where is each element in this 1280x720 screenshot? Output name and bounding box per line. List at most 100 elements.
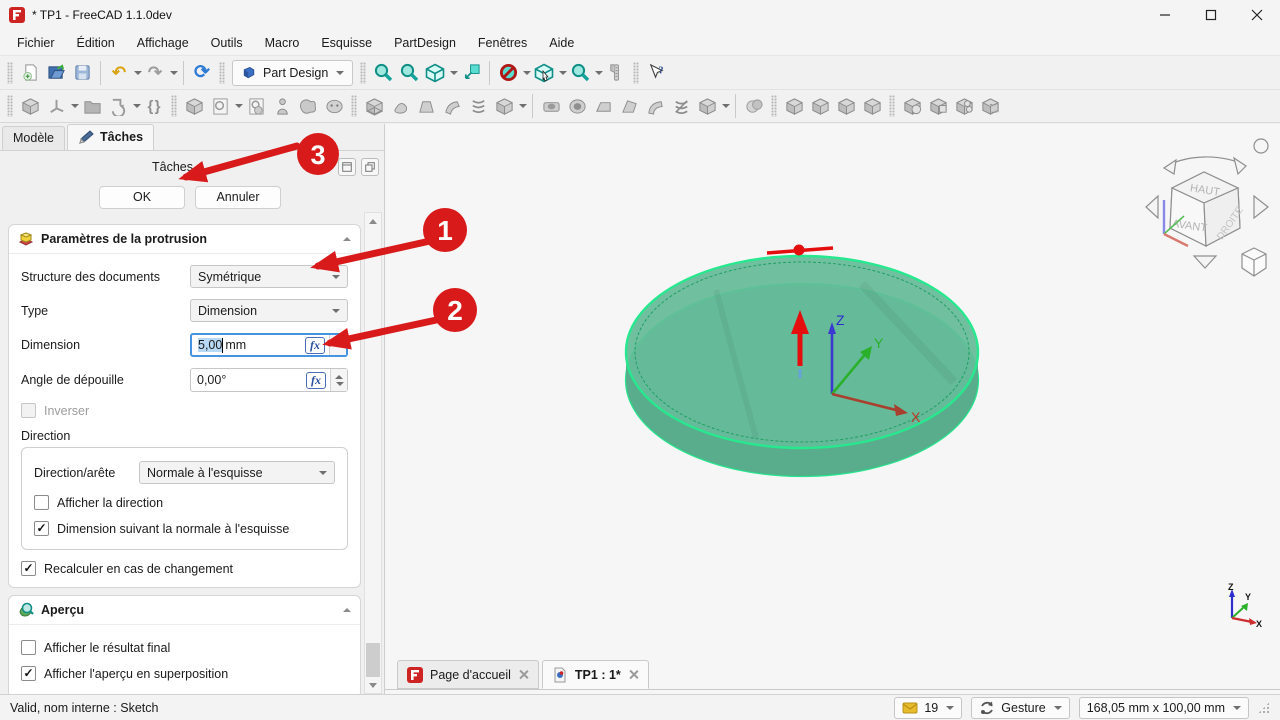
thickness-button[interactable] <box>859 92 885 120</box>
show-preview-overlay-checkbox[interactable] <box>21 666 36 681</box>
show-final-result-checkbox[interactable] <box>21 640 36 655</box>
collapse-icon[interactable] <box>343 608 351 612</box>
toolbar-drag-handle[interactable] <box>771 95 777 117</box>
open-file-button[interactable] <box>43 59 69 87</box>
clipping-plane-button[interactable] <box>495 59 521 87</box>
subtractive-helix-button[interactable] <box>668 92 694 120</box>
boolean-button[interactable] <box>741 92 767 120</box>
body-tool-button[interactable] <box>181 92 207 120</box>
create-link-button[interactable] <box>105 92 131 120</box>
hole-button[interactable] <box>564 92 590 120</box>
create-sketch-button[interactable] <box>207 92 233 120</box>
menu-esquisse[interactable]: Esquisse <box>310 33 383 53</box>
show-direction-checkbox[interactable] <box>34 495 49 510</box>
toolbar-drag-handle[interactable] <box>360 62 366 84</box>
close-button[interactable] <box>1234 0 1280 30</box>
notifications-dropdown[interactable]: 19 <box>894 697 962 719</box>
menu-outils[interactable]: Outils <box>200 33 254 53</box>
tab-taches[interactable]: Tâches <box>67 124 154 150</box>
navigation-cube[interactable]: HAUT AVANT DROITE <box>1142 134 1274 284</box>
close-tab-icon[interactable] <box>628 669 639 680</box>
direction-edge-dropdown[interactable]: Normale à l'esquisse <box>139 461 335 484</box>
window-resize-grip[interactable] <box>1258 702 1270 714</box>
toolbar-drag-handle[interactable] <box>633 62 639 84</box>
navigation-style-dropdown[interactable]: Gesture <box>971 697 1069 719</box>
pad-preview-3d[interactable]: Z Y X <box>624 242 984 482</box>
toolbar-drag-handle[interactable] <box>7 62 13 84</box>
new-document-button[interactable] <box>17 59 43 87</box>
scroll-up-icon[interactable] <box>365 213 381 229</box>
datum-chevron-down-icon[interactable] <box>71 104 79 108</box>
create-group-button[interactable] <box>79 92 105 120</box>
zoom-tools-button[interactable] <box>567 59 593 87</box>
shapebinder-button[interactable] <box>295 92 321 120</box>
link-chevron-down-icon[interactable] <box>133 104 141 108</box>
tab-tp1[interactable]: TP1 : 1* <box>542 660 649 689</box>
toolbar-drag-handle[interactable] <box>219 62 225 84</box>
zoom-chevron-down-icon[interactable] <box>595 71 603 75</box>
3d-viewport[interactable]: Z Y X HAUT AVANT <box>385 124 1280 694</box>
dimension-spinner[interactable] <box>329 335 346 355</box>
angle-spinner[interactable] <box>330 369 347 391</box>
measure-button[interactable] <box>603 59 629 87</box>
view-dimensions-dropdown[interactable]: 168,05 mm x 100,00 mm <box>1079 697 1249 719</box>
create-datum-button[interactable] <box>43 92 69 120</box>
fillet-button[interactable] <box>781 92 807 120</box>
clipping-chevron-down-icon[interactable] <box>523 71 531 75</box>
float-panel-button[interactable] <box>338 158 356 176</box>
menu-fenetres[interactable]: Fenêtres <box>467 33 538 53</box>
menu-aide[interactable]: Aide <box>538 33 585 53</box>
toolbar-drag-handle[interactable] <box>7 95 13 117</box>
toolbar-drag-handle[interactable] <box>171 95 177 117</box>
dimension-input[interactable]: 5,00 mm fx <box>190 333 348 357</box>
subtractive-loft-button[interactable] <box>616 92 642 120</box>
type-dropdown[interactable]: Symétrique <box>190 265 348 288</box>
scrollbar-thumb[interactable] <box>366 643 380 677</box>
subtractive-pipe-button[interactable] <box>642 92 668 120</box>
collapse-icon[interactable] <box>343 237 351 241</box>
redo-button[interactable]: ↷ <box>142 59 168 87</box>
scroll-down-icon[interactable] <box>365 677 381 693</box>
update-view-checkbox[interactable] <box>21 561 36 576</box>
views-chevron-down-icon[interactable] <box>450 71 458 75</box>
maximize-button[interactable] <box>1188 0 1234 30</box>
ok-button[interactable]: OK <box>99 186 185 209</box>
fit-selection-button[interactable] <box>396 59 422 87</box>
groove-button[interactable] <box>590 92 616 120</box>
minimize-button[interactable] <box>1142 0 1188 30</box>
redo-chevron-down-icon[interactable] <box>170 71 178 75</box>
length-type-dropdown[interactable]: Dimension <box>190 299 348 322</box>
pad-button[interactable] <box>361 92 387 120</box>
subtractive-chevron-down-icon[interactable] <box>722 104 730 108</box>
menu-fichier[interactable]: Fichier <box>6 33 66 53</box>
reversed-checkbox[interactable] <box>21 403 36 418</box>
mirrored-button[interactable] <box>899 92 925 120</box>
menu-partdesign[interactable]: PartDesign <box>383 33 467 53</box>
additive-loft-button[interactable] <box>413 92 439 120</box>
save-button[interactable] <box>69 59 95 87</box>
create-body-button[interactable] <box>17 92 43 120</box>
cancel-button[interactable]: Annuler <box>195 186 281 209</box>
draft-angle-input[interactable]: 0,00° fx <box>190 368 348 392</box>
preview-header[interactable]: Aperçu <box>9 596 360 625</box>
fit-all-button[interactable] <box>370 59 396 87</box>
undo-button[interactable]: ↶ <box>106 59 132 87</box>
sketch-vertex-point[interactable] <box>794 245 805 256</box>
tab-modele[interactable]: Modèle <box>2 126 65 150</box>
undock-panel-button[interactable] <box>361 158 379 176</box>
toolbar-drag-handle[interactable] <box>351 95 357 117</box>
menu-macro[interactable]: Macro <box>254 33 311 53</box>
edit-sketch-button[interactable] <box>243 92 269 120</box>
draft-button[interactable] <box>833 92 859 120</box>
varset-button[interactable]: { } <box>141 92 167 120</box>
along-normal-checkbox[interactable] <box>34 521 49 536</box>
subtractive-primitive-button[interactable] <box>694 92 720 120</box>
menu-affichage[interactable]: Affichage <box>126 33 200 53</box>
refresh-button[interactable]: ⟳ <box>189 59 215 87</box>
undo-chevron-down-icon[interactable] <box>134 71 142 75</box>
toolbar-drag-handle[interactable] <box>889 95 895 117</box>
additive-pipe-button[interactable] <box>439 92 465 120</box>
multitransform-button[interactable] <box>977 92 1003 120</box>
menu-edition[interactable]: Édition <box>66 33 126 53</box>
whats-this-button[interactable]: ? <box>643 59 669 87</box>
